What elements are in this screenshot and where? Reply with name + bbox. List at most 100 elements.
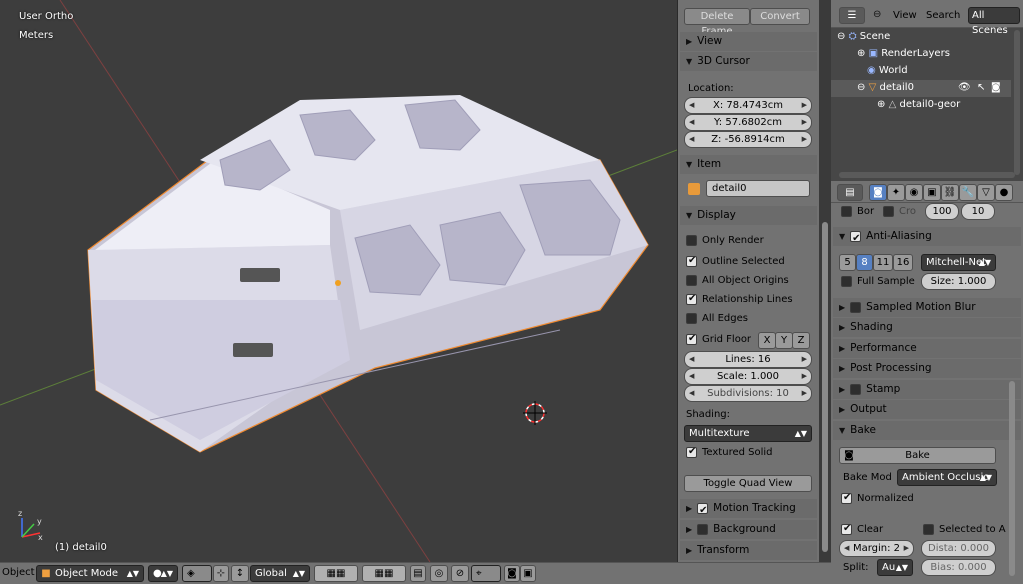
renderable-camera-icon[interactable]: ◙ [991,78,1001,98]
outliner-row-renderlayers[interactable]: ⊕ ▣ RenderLayers [857,46,950,62]
grid-floor-checkbox[interactable] [686,332,697,346]
grid-axis-z-button[interactable]: Z [792,332,810,349]
aa-filter-dropdown[interactable]: Mitchell-Net ▲▼ [921,254,996,271]
performance-panel-header[interactable]: ▶ Performance [833,339,1021,358]
background-images-checkbox[interactable] [697,523,709,535]
panel-scrollbar[interactable] [819,0,831,562]
aa-samples-16-button[interactable]: 16 [893,254,913,271]
lock-layers-icon[interactable]: ▤ [410,565,426,582]
anti-aliasing-checkbox[interactable] [850,229,862,248]
render-camera-icon[interactable]: ◙ [504,565,520,582]
background-images-header[interactable]: ▶Background Images [680,520,817,554]
textured-solid-checkbox[interactable] [686,445,697,459]
scrollbar-thumb[interactable] [822,222,828,552]
editor-type-icon[interactable]: ☰ [839,7,865,24]
3d-cursor-panel-header[interactable]: ▼ 3D Cursor [680,52,817,71]
3d-viewport[interactable]: y x z User Ortho Meters (1) detail0 [0,0,677,562]
outliner-row-detail0[interactable]: ⊖ ▽ detail0 [857,80,914,96]
shading-dropdown[interactable]: Multitexture ▲▼ [684,425,812,442]
delete-frame-button[interactable]: Delete Frame [684,8,750,37]
cursor-z-field[interactable]: ◀ Z: -56.8914cm ▶ [684,131,812,148]
textured-solid-option[interactable]: Textured Solid [686,445,773,460]
translate-manipulator-icon[interactable]: ↕ [231,565,249,582]
relationship-lines-checkbox[interactable] [686,292,697,306]
snap-element-dropdown[interactable]: ⌖ [471,565,501,582]
transform-orientation-dropdown[interactable]: Global ▲▼ [250,565,310,582]
modifiers-tab-wrench-icon[interactable]: 🔧 [959,184,977,201]
viewport-shading-dropdown[interactable]: ● ▲▼ [148,565,178,582]
snap-toggle-icon[interactable]: ⊘ [451,565,469,582]
bake-mode-dropdown[interactable]: Ambient Occlusio ▲▼ [897,469,997,486]
distance-field[interactable]: Dista: 0.000 [921,540,996,557]
all-object-origins-checkbox[interactable] [686,274,697,286]
object-name-field[interactable]: detail0 [706,180,810,197]
aa-samples-5-button[interactable]: 5 [839,254,856,271]
render-tab-camera-icon[interactable]: ◙ [869,184,887,201]
layers-grid-a[interactable]: ▦▦ [314,565,358,582]
shading-panel-header[interactable]: ▶ Shading [833,318,1021,337]
spaceship-model[interactable] [87,95,649,453]
all-object-origins-option[interactable]: All Object Origins [686,274,789,288]
scene-tab-icon[interactable]: ✦ [887,184,905,201]
all-edges-checkbox[interactable] [686,312,697,324]
anti-aliasing-header[interactable]: ▼ Anti-Aliasing [833,227,1021,248]
bake-button[interactable]: ◙ Bake [839,447,996,464]
filter-size-field[interactable]: Size: 1.000 [921,273,996,290]
crop-option[interactable]: Cro [883,205,916,219]
motion-tracking-checkbox[interactable] [697,501,709,520]
resolution-value-field[interactable]: 10 [961,203,995,220]
properties-scrollbar[interactable] [1009,381,1015,576]
outliner-row-geometry[interactable]: ⊕ △ detail0-geor [877,97,960,113]
layers-grid-b[interactable]: ▦▦ [362,565,406,582]
resolution-percent-field[interactable]: 100 [925,203,959,220]
stamp-checkbox[interactable] [850,383,862,395]
item-panel-header[interactable]: ▼ Item [680,155,817,174]
world-tab-icon[interactable]: ◉ [905,184,923,201]
grid-floor-option[interactable]: Grid Floor [686,332,751,347]
aa-samples-11-button[interactable]: 11 [873,254,893,271]
object-menu[interactable]: Object [2,563,35,583]
selectable-cursor-icon[interactable]: ↖ [977,78,985,98]
motion-tracking-header[interactable]: ▶ Motion Tracking [680,499,817,520]
display-panel-header[interactable]: ▼ Display [680,206,817,225]
display-mode-dropdown[interactable]: All Scenes [968,7,1020,36]
relationship-lines-option[interactable]: Relationship Lines [686,292,793,307]
clear-option[interactable]: Clear [841,522,883,537]
only-render-checkbox[interactable] [686,234,697,246]
selected-to-active-checkbox[interactable] [923,523,934,535]
visibility-eye-icon[interactable]: 👁 [958,78,971,98]
full-sample-checkbox[interactable] [841,275,852,287]
3d-cursor[interactable] [523,401,547,425]
aa-samples-8-button[interactable]: 8 [856,254,873,271]
constraints-tab-icon[interactable]: ⛓ [941,184,959,201]
output-panel-header[interactable]: ▶ Output [833,400,1021,419]
grid-axis-x-button[interactable]: X [758,332,776,349]
cursor-y-field[interactable]: ◀ Y: 57.6802cm ▶ [684,114,812,131]
transform-orientations-header[interactable]: ▶Transform Orientations [680,541,817,575]
outliner-scrollbar[interactable] [1014,30,1020,175]
view-panel-header[interactable]: ▶ View [680,32,817,51]
border-option[interactable]: Bor [841,205,874,219]
crop-checkbox[interactable] [883,205,894,217]
outline-selected-option[interactable]: Outline Selected [686,254,785,269]
data-tab-icon[interactable]: ▽ [977,184,995,201]
sampled-motion-blur-header[interactable]: ▶ Sampled Motion Blur [833,298,1021,317]
selected-to-active-option[interactable]: Selected to A [923,523,1006,537]
mode-dropdown[interactable]: ■ Object Mode ▲▼ [36,565,144,582]
outliner-row-scene[interactable]: ⊖ ⛭ Scene [837,29,890,45]
stamp-panel-header[interactable]: ▶ Stamp [833,380,1021,399]
full-sample-option[interactable]: Full Sample [841,275,915,289]
motion-blur-checkbox[interactable] [850,301,862,313]
bake-panel-header[interactable]: ▼ Bake [833,421,1021,440]
clear-checkbox[interactable] [841,522,852,536]
grid-axis-y-button[interactable]: Y [775,332,793,349]
split-dropdown[interactable]: Au ▲▼ [877,559,913,576]
outline-selected-checkbox[interactable] [686,254,697,268]
grid-lines-field[interactable]: ◀ Lines: 16 ▶ [684,351,812,368]
outliner-search-menu[interactable]: Search [926,6,960,26]
grid-subdivisions-field[interactable]: ◀ Subdivisions: 10 ▶ [684,385,812,402]
only-render-option[interactable]: Only Render [686,234,764,248]
all-edges-option[interactable]: All Edges [686,312,748,326]
outliner-view-menu[interactable]: View [893,6,917,26]
margin-field[interactable]: ◀ Margin: 2 ▶ [839,540,914,557]
